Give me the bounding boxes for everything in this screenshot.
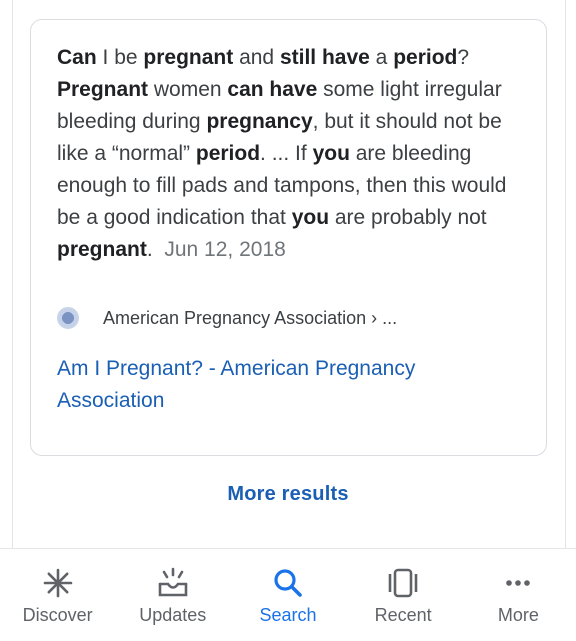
snippet-body: Can I be pregnant and still have a perio… [57, 46, 506, 261]
snippet-text: Can I be pregnant and still have a perio… [57, 42, 525, 266]
nav-discover[interactable]: Discover [3, 549, 113, 641]
snippet-text-segment: and [233, 46, 280, 69]
source-row[interactable]: American Pregnancy Association › ... [57, 304, 397, 332]
source-name: American Pregnancy Association › ... [103, 307, 398, 328]
snippet-bold-term: Pregnant [57, 78, 149, 101]
more-icon [502, 567, 534, 599]
snippet-bold-term: can have [227, 78, 318, 101]
bottom-navigation: Discover Updates Search Recent More [0, 548, 576, 641]
nav-label-updates: Updates [139, 605, 207, 625]
discover-icon [42, 567, 74, 599]
globe-icon [57, 307, 79, 329]
snippet-text-segment: . [146, 238, 153, 261]
nav-more[interactable]: More [463, 549, 573, 641]
search-icon [272, 567, 304, 599]
nav-label-recent: Recent [374, 605, 432, 625]
recent-icon [386, 567, 420, 599]
nav-updates[interactable]: Updates [118, 549, 228, 641]
nav-label-more: More [497, 605, 539, 625]
snippet-bold-term: period [393, 46, 458, 69]
snippet-date: Jun 12, 2018 [164, 238, 286, 261]
snippet-bold-term: pregnant [57, 238, 147, 261]
snippet-text-segment: women [148, 78, 228, 101]
snippet-bold-term: Can [57, 46, 97, 69]
snippet-text-segment: . ... If [260, 142, 313, 165]
snippet-text-segment: I be [96, 46, 144, 69]
snippet-text-segment: a [369, 46, 394, 69]
snippet-bold-term: you [291, 206, 330, 229]
snippet-bold-term: you [312, 142, 350, 165]
snippet-bold-term: period [195, 142, 261, 165]
updates-icon [156, 567, 190, 599]
snippet-bold-term: still have [279, 46, 370, 69]
result-title-link[interactable]: Am I Pregnant? - American Pregnancy Asso… [57, 353, 507, 417]
snippet-bold-term: pregnant [143, 46, 234, 69]
nav-label-discover: Discover [22, 605, 93, 625]
snippet-text-segment: are probably not [329, 206, 487, 229]
featured-snippet-card: Can I be pregnant and still have a perio… [30, 19, 547, 456]
nav-recent[interactable]: Recent [348, 549, 458, 641]
snippet-text-segment: ? [457, 46, 470, 69]
nav-search[interactable]: Search [233, 549, 343, 641]
more-results-button[interactable]: More results [0, 483, 576, 506]
nav-label-search: Search [259, 605, 317, 625]
snippet-bold-term: pregnancy [206, 110, 313, 133]
